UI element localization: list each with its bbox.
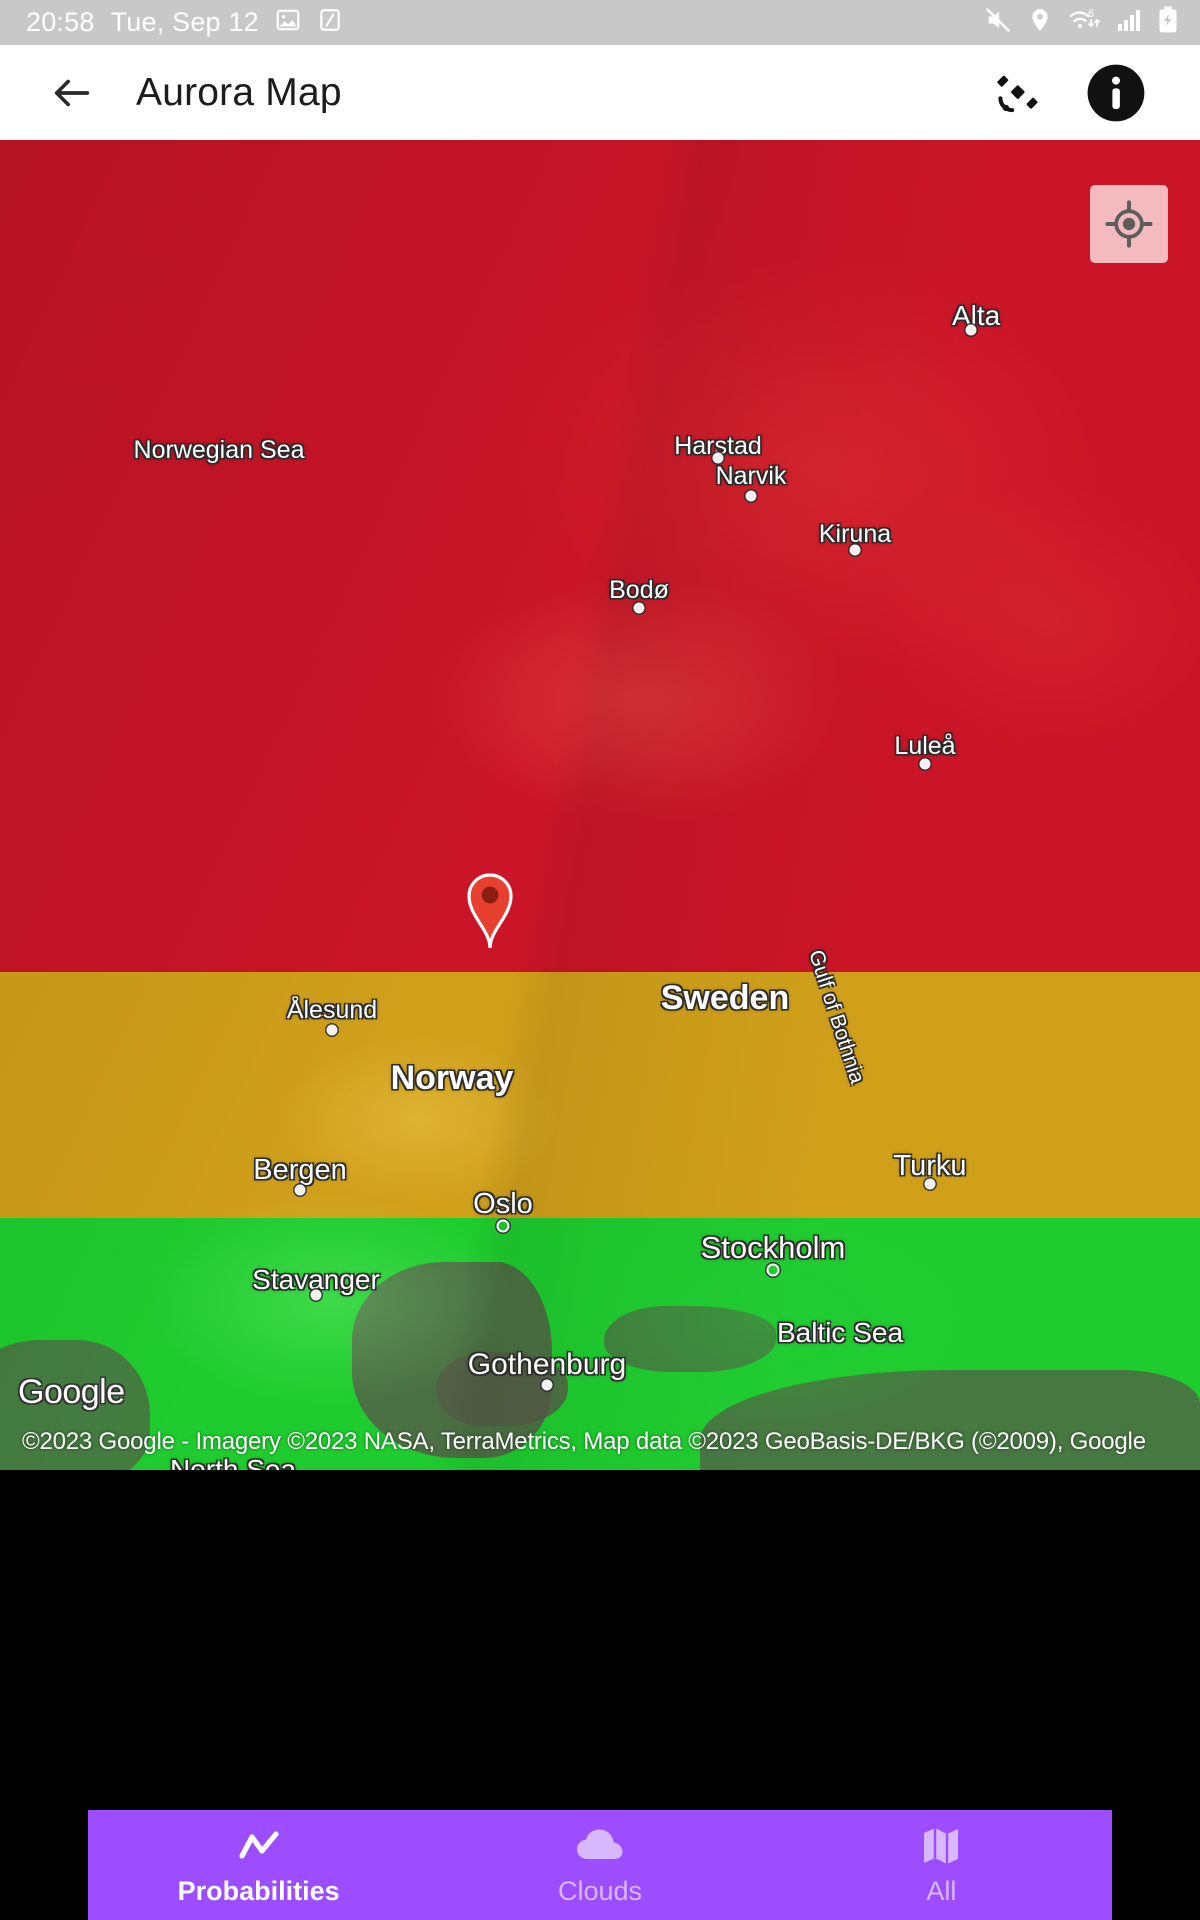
map-dot-city [745,490,757,502]
map-band-medium [0,972,1200,1218]
location-icon [1027,7,1053,38]
page-title: Aurora Map [136,70,342,114]
map-dot-city [919,758,931,770]
map-label-city: Narvik [715,462,787,490]
map-dot-city [294,1184,306,1196]
map-dot-city [633,602,645,614]
map-icon [921,1824,961,1868]
map-label-country: Sweden [660,979,790,1017]
nav-label: Clouds [557,1875,643,1906]
status-bar: 20:58 Tue, Sep 12 6 [0,0,1200,45]
map-attribution: ©2023 Google - Imagery ©2023 NASA, Terra… [22,1428,1146,1455]
nav-item-all[interactable]: All [771,1810,1112,1920]
map-dot-city [849,544,861,556]
svg-text:6: 6 [1088,8,1094,20]
map-label-city: Bergen [253,1154,347,1186]
status-bar-right: 6 [984,6,1178,39]
info-icon [1087,64,1145,121]
bottom-navigation: Probabilities Clouds All [88,1810,1112,1920]
back-button[interactable] [40,61,104,125]
aurora-map[interactable]: Harstad Narvik Kiruna Bodø Luleå Ålesund… [0,140,1200,1470]
map-label-country: Norway [390,1059,514,1097]
map-label-city: Gothenburg [467,1348,627,1381]
map-label-city: Ålesund [286,996,378,1024]
image-icon [275,7,301,38]
status-bar-left: 20:58 Tue, Sep 12 [26,7,343,38]
my-location-icon [1105,200,1153,248]
map-pin-icon[interactable] [463,868,517,955]
google-logo: Google [18,1373,125,1411]
landmass-scania [604,1306,776,1372]
my-location-button[interactable] [1090,185,1168,263]
nav-item-clouds[interactable]: Clouds [429,1810,770,1920]
phone-screen: 20:58 Tue, Sep 12 6 Aurora Map Harstad N… [0,0,1200,1920]
arrow-back-icon [54,79,90,106]
map-band-high [0,140,1200,972]
signal-icon [1117,8,1143,37]
chart-line-icon [236,1824,282,1868]
map-label-sea: Norwegian Sea [133,436,305,464]
app-bar-actions [982,57,1172,129]
map-dot-city [924,1178,936,1190]
map-dot-capital [766,1263,780,1277]
map-label-capital: Stockholm [700,1230,846,1265]
mute-icon [984,6,1012,39]
map-label-sea: Baltic Sea [776,1317,904,1348]
cloud-icon [575,1824,625,1868]
map-label-city: Bodø [609,576,669,604]
map-dot-capital [496,1219,510,1233]
app-bar: Aurora Map [0,45,1200,140]
map-dot-city [326,1024,338,1036]
nav-label: Probabilities [177,1875,340,1906]
info-button[interactable] [1080,57,1152,129]
satellite-button[interactable] [982,57,1054,129]
satellite-icon [997,75,1038,112]
map-label-capital: Oslo [473,1188,533,1220]
nav-label: All [926,1875,957,1906]
battery-charging-icon [1158,6,1178,39]
map-dot-city [965,324,977,336]
screen-record-icon [317,7,343,38]
map-dot-city [541,1379,553,1391]
status-time: 20:58 [26,7,95,37]
map-dot-city [310,1289,322,1301]
status-date: Tue, Sep 12 [110,7,259,37]
map-label-sea: North Sea [169,1454,297,1470]
nav-item-probabilities[interactable]: Probabilities [88,1810,429,1920]
map-label-city: Luleå [894,732,956,760]
wifi-6-icon: 6 [1068,6,1102,39]
